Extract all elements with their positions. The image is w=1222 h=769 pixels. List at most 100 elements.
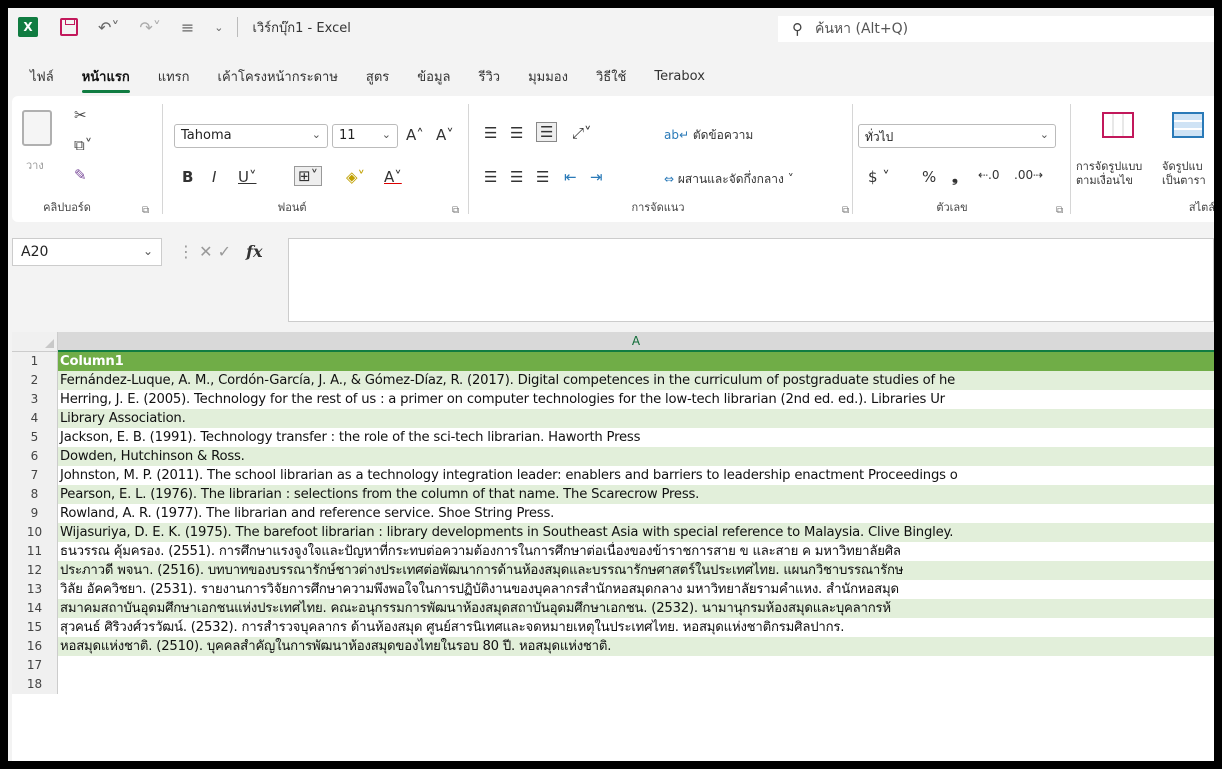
cell[interactable]: Jackson, E. B. (1991). Technology transf…: [58, 428, 1214, 447]
cell[interactable]: ธนวรรณ คุ้มครอง. (2551). การศึกษาแรงจูงใ…: [58, 542, 1214, 561]
tab-data[interactable]: ข้อมูล: [417, 66, 450, 93]
align-left-icon[interactable]: ☰: [484, 168, 497, 186]
cell[interactable]: ประภาวดี พจนา. (2516). บทบาทของบรรณารักษ…: [58, 561, 1214, 580]
save-icon[interactable]: [60, 18, 78, 36]
tab-formulas[interactable]: สูตร: [366, 66, 389, 93]
decrease-indent-icon[interactable]: ⇤: [564, 168, 577, 186]
borders-icon[interactable]: ⊞˅: [294, 166, 323, 186]
chevron-down-icon: ⌄: [1039, 128, 1049, 141]
cell[interactable]: [58, 675, 1214, 694]
orientation-icon[interactable]: ⤢˅: [572, 124, 592, 142]
row-header[interactable]: 3: [12, 390, 58, 409]
row-header[interactable]: 18: [12, 675, 58, 694]
format-as-table-button[interactable]: จัดรูปแบ เป็นตารา: [1162, 160, 1206, 188]
column-header-a[interactable]: A: [58, 332, 1214, 352]
tab-review[interactable]: รีวิว: [478, 66, 500, 93]
row-header[interactable]: 17: [12, 656, 58, 675]
cell[interactable]: Johnston, M. P. (2011). The school libra…: [58, 466, 1214, 485]
cell[interactable]: สมาคมสถาบันอุดมศึกษาเอกชนแห่งประเทศไทย. …: [58, 599, 1214, 618]
cancel-icon[interactable]: ✕: [199, 242, 218, 261]
row-header[interactable]: 8: [12, 485, 58, 504]
tab-home[interactable]: หน้าแรก: [81, 66, 130, 93]
align-top-icon[interactable]: ☰: [484, 124, 497, 142]
currency-icon[interactable]: $ ˅: [868, 168, 890, 186]
grow-font-icon[interactable]: A˄: [406, 126, 424, 144]
wrap-text-button[interactable]: ab↵ ตัดข้อความ: [664, 126, 753, 145]
cut-icon[interactable]: ✂: [74, 106, 87, 124]
tab-page-layout[interactable]: เค้าโครงหน้ากระดาษ: [218, 66, 338, 93]
font-size-select[interactable]: 11 ⌄: [332, 124, 398, 148]
alignment-launcher-icon[interactable]: ⧉: [842, 205, 849, 216]
row-header[interactable]: 6: [12, 447, 58, 466]
tab-file[interactable]: ไฟล์: [30, 66, 54, 93]
cell[interactable]: Fernández-Luque, A. M., Cordón-García, J…: [58, 371, 1214, 390]
percent-icon[interactable]: %: [922, 168, 936, 186]
cell[interactable]: Rowland, A. R. (1977). The librarian and…: [58, 504, 1214, 523]
cell[interactable]: สุวคนธ์ ศิริวงศ์วรวัฒน์. (2532). การสำรว…: [58, 618, 1214, 637]
row-header[interactable]: 14: [12, 599, 58, 618]
row-header[interactable]: 1: [12, 352, 58, 371]
format-painter-icon[interactable]: ✎: [74, 166, 87, 184]
tab-view[interactable]: มุมมอง: [528, 66, 568, 93]
row-header[interactable]: 5: [12, 428, 58, 447]
cell[interactable]: Dowden, Hutchinson & Ross.: [58, 447, 1214, 466]
align-bottom-icon[interactable]: ☰: [536, 122, 558, 142]
paste-icon[interactable]: [22, 110, 52, 146]
select-all-button[interactable]: [12, 332, 58, 352]
cell[interactable]: Library Association.: [58, 409, 1214, 428]
cell[interactable]: Herring, J. E. (2005). Technology for th…: [58, 390, 1214, 409]
quick-access-icon[interactable]: ≡: [181, 18, 194, 37]
row-header[interactable]: 7: [12, 466, 58, 485]
number-format-select[interactable]: ทั่วไป ⌄: [858, 124, 1056, 148]
row-header[interactable]: 13: [12, 580, 58, 599]
conditional-formatting-button[interactable]: การจัดรูปแบบ ตามเงื่อนไข: [1076, 160, 1142, 188]
conditional-formatting-icon[interactable]: [1102, 112, 1134, 138]
underline-icon[interactable]: U˅: [238, 168, 256, 186]
cell[interactable]: Column1: [58, 352, 1214, 371]
merge-center-button[interactable]: ⇔ ผสานและจัดกึ่งกลาง ˅: [664, 170, 794, 189]
align-center-icon[interactable]: ☰: [510, 168, 523, 186]
copy-icon[interactable]: ⧉˅: [74, 136, 92, 154]
insert-function-icon[interactable]: fx: [246, 242, 262, 261]
row-header[interactable]: 11: [12, 542, 58, 561]
search-input[interactable]: ⚲ ค้นหา (Alt+Q): [778, 16, 1214, 42]
tab-terabox[interactable]: Terabox: [654, 69, 705, 90]
italic-icon[interactable]: I: [212, 168, 216, 186]
increase-indent-icon[interactable]: ⇥: [590, 168, 603, 186]
row-header[interactable]: 2: [12, 371, 58, 390]
number-launcher-icon[interactable]: ⧉: [1056, 205, 1063, 216]
cell[interactable]: [58, 656, 1214, 675]
enter-icon[interactable]: ✓: [218, 242, 231, 261]
formula-input[interactable]: [288, 238, 1214, 322]
format-as-table-icon[interactable]: [1172, 112, 1204, 138]
row-header[interactable]: 4: [12, 409, 58, 428]
fill-color-icon[interactable]: ◈˅: [346, 168, 365, 186]
comma-style-icon[interactable]: ❟: [952, 168, 958, 186]
cell[interactable]: วิลัย อัคควิชยา. (2531). รายงานการวิจัยก…: [58, 580, 1214, 599]
font-launcher-icon[interactable]: ⧉: [452, 205, 459, 216]
row-header[interactable]: 15: [12, 618, 58, 637]
tab-help[interactable]: วิธีใช้: [596, 66, 626, 93]
bold-icon[interactable]: B: [182, 168, 193, 186]
cell[interactable]: หอสมุดแห่งชาติ. (2510). บุคคลสำคัญในการพ…: [58, 637, 1214, 656]
row-header[interactable]: 10: [12, 523, 58, 542]
clipboard-launcher-icon[interactable]: ⧉: [142, 205, 149, 216]
cell[interactable]: Pearson, E. L. (1976). The librarian : s…: [58, 485, 1214, 504]
row-header[interactable]: 12: [12, 561, 58, 580]
undo-icon[interactable]: ↶˅: [98, 18, 119, 37]
font-name-select[interactable]: Tahoma ⌄: [174, 124, 328, 148]
cell[interactable]: Wijasuriya, D. E. K. (1975). The barefoo…: [58, 523, 1214, 542]
customize-toolbar-icon[interactable]: ⌄: [214, 21, 223, 34]
row-header[interactable]: 16: [12, 637, 58, 656]
align-right-icon[interactable]: ☰: [536, 168, 549, 186]
tab-insert[interactable]: แทรก: [158, 66, 190, 93]
increase-decimal-icon[interactable]: ⇠.0: [978, 168, 1000, 182]
decrease-decimal-icon[interactable]: .00⇢: [1014, 168, 1043, 182]
shrink-font-icon[interactable]: A˅: [436, 126, 454, 144]
table-row: 15 สุวคนธ์ ศิริวงศ์วรวัฒน์. (2532). การสำ…: [12, 618, 1214, 637]
name-box[interactable]: A20 ⌄: [12, 238, 162, 266]
font-color-icon[interactable]: A˅: [384, 168, 402, 186]
align-middle-icon[interactable]: ☰: [510, 124, 523, 142]
row-header[interactable]: 9: [12, 504, 58, 523]
redo-icon[interactable]: ↷˅: [139, 18, 160, 37]
